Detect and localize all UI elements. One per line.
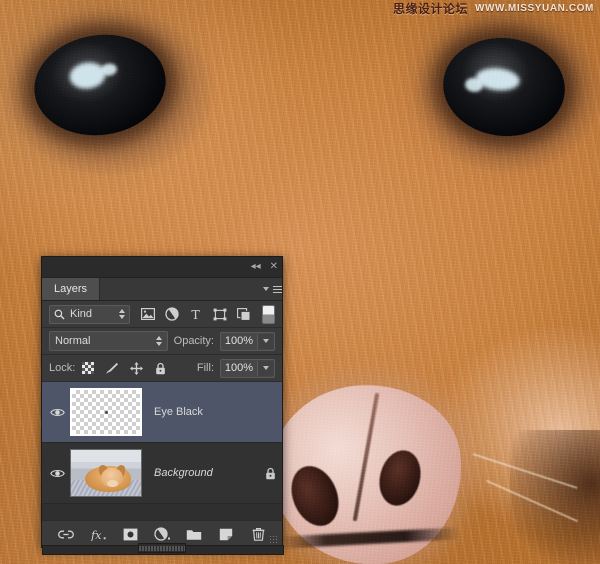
layer-thumbnail-wrap[interactable] (68, 447, 144, 499)
opacity-label: Opacity: (173, 335, 214, 347)
lock-label: Lock: (49, 362, 76, 374)
search-icon (54, 309, 65, 320)
fill-label: Fill: (196, 362, 214, 374)
pixel-layer-filter-icon[interactable] (140, 307, 155, 322)
layer-name-label[interactable]: Background (144, 467, 258, 479)
background-lock-icon (258, 467, 282, 480)
lock-fill-row: Lock: Fill: 100% (42, 355, 282, 382)
svg-text:T: T (191, 308, 200, 321)
tab-layers[interactable]: Layers (42, 278, 101, 300)
link-layers-button[interactable] (58, 526, 75, 543)
panel-resize-handle[interactable] (138, 543, 186, 553)
panel-menu-button[interactable] (262, 278, 282, 300)
lock-all-icon[interactable] (153, 361, 167, 375)
type-layer-filter-icon[interactable]: T (188, 307, 203, 322)
blend-mode-stepper-icon[interactable] (155, 336, 162, 346)
layer-thumbnail-photo[interactable] (70, 449, 142, 497)
collapse-to-icons-button[interactable]: ◂◂ (251, 262, 261, 272)
layer-list[interactable]: Eye Black Background (42, 382, 282, 504)
smart-object-filter-icon[interactable] (236, 307, 251, 322)
filter-type-icons: T (140, 304, 275, 324)
filter-kind-select[interactable]: Kind (49, 304, 130, 324)
new-layer-button[interactable] (218, 526, 235, 543)
layer-style-fx-button[interactable]: fx (90, 526, 107, 543)
new-fill-adjustment-layer-button[interactable] (153, 526, 171, 543)
layer-visibility-toggle[interactable] (46, 468, 68, 479)
fill-value[interactable]: 100% (221, 362, 257, 374)
panel-resize-grip[interactable] (269, 535, 278, 544)
filter-enable-toggle[interactable] (262, 304, 275, 324)
opacity-value[interactable]: 100% (221, 335, 257, 347)
table-row[interactable]: Background (42, 443, 282, 504)
svg-text:fx: fx (90, 528, 102, 541)
watermark-url-text: WWW.MISSYUAN.COM (474, 3, 594, 14)
lock-image-pixels-icon[interactable] (105, 361, 119, 375)
fill-dropdown-icon[interactable] (257, 360, 274, 376)
panel-titlebar: ◂◂ ✕ (42, 257, 282, 278)
blend-mode-select[interactable]: Normal (49, 331, 168, 351)
opacity-dropdown-icon[interactable] (257, 333, 274, 349)
chevron-down-icon (262, 287, 269, 291)
layers-panel[interactable]: ◂◂ ✕ Layers Kind T Normal Opacity: 100% … (41, 256, 284, 555)
filter-row: Kind T (42, 301, 282, 328)
adjustment-layer-filter-icon[interactable] (164, 307, 179, 322)
blend-opacity-row: Normal Opacity: 100% (42, 328, 282, 355)
layer-name-label[interactable]: Eye Black (144, 406, 258, 418)
layer-thumbnail-transparent[interactable] (70, 388, 142, 436)
layer-thumbnail-wrap[interactable] (68, 386, 144, 438)
panel-tab-strip: Layers (42, 278, 282, 301)
filter-kind-stepper-icon[interactable] (119, 309, 125, 319)
blend-mode-value: Normal (55, 335, 91, 347)
hamburger-icon (272, 285, 282, 293)
lock-position-icon[interactable] (129, 361, 143, 375)
add-layer-mask-button[interactable] (122, 526, 139, 543)
tab-strip-filler (100, 278, 262, 300)
fill-field[interactable]: 100% (220, 358, 275, 378)
watermark-chinese-text: 思缘设计论坛 (392, 2, 468, 16)
close-panel-button[interactable]: ✕ (270, 262, 278, 272)
filter-kind-label: Kind (70, 308, 93, 320)
lock-transparent-pixels-icon[interactable] (81, 361, 95, 375)
table-row[interactable]: Eye Black (42, 382, 282, 443)
opacity-field[interactable]: 100% (220, 331, 275, 351)
delete-layer-button[interactable] (250, 526, 267, 543)
watermark: 思缘设计论坛 WWW.MISSYUAN.COM (393, 3, 594, 15)
shape-layer-filter-icon[interactable] (212, 307, 227, 322)
lock-icon-group (81, 361, 167, 375)
layer-visibility-toggle[interactable] (46, 407, 68, 418)
new-group-button[interactable] (186, 526, 203, 543)
